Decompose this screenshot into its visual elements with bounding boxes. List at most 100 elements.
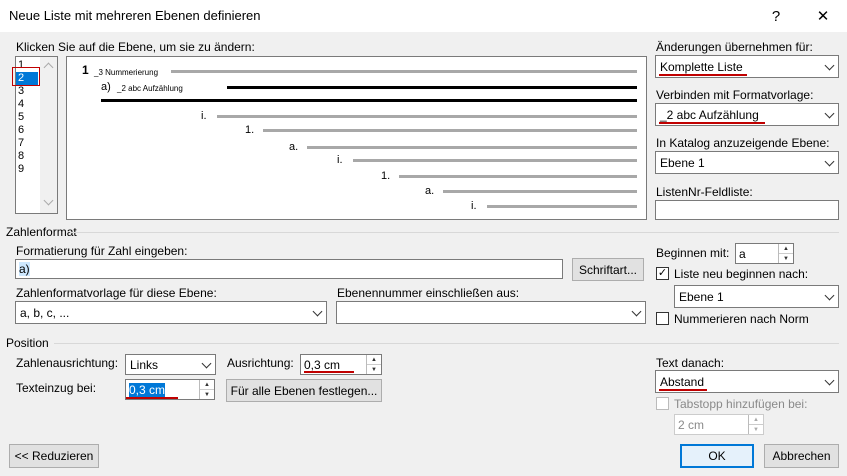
scroll-up-icon[interactable] bbox=[43, 61, 54, 73]
chevron-down-icon[interactable] bbox=[820, 286, 838, 307]
follow-number-label: Text danach: bbox=[656, 356, 725, 370]
list-preview: 1 _3 Nummerierung a) _2 abc Aufzählung i… bbox=[66, 56, 647, 220]
preview-line-active bbox=[101, 99, 637, 102]
preview-line bbox=[171, 70, 637, 73]
indent-label: Texteinzug bei: bbox=[16, 381, 97, 395]
spin-down-icon[interactable]: ▼ bbox=[779, 253, 793, 263]
gallery-level-value: Ebene 1 bbox=[660, 155, 705, 170]
preview-item-number: a. bbox=[289, 141, 299, 153]
preview-level1-number: 1 bbox=[82, 63, 89, 77]
preview-line bbox=[443, 190, 637, 193]
tabstop-spinner[interactable]: 2 cm ▲ ▼ bbox=[674, 414, 764, 435]
annotation-underline bbox=[126, 397, 178, 399]
ok-button[interactable]: OK bbox=[680, 444, 754, 468]
level-item[interactable]: 6 bbox=[16, 124, 38, 137]
preview-line bbox=[217, 115, 637, 118]
format-label: Formatierung für Zahl eingeben: bbox=[16, 244, 188, 258]
font-button[interactable]: Schriftart... bbox=[572, 258, 644, 281]
reduce-button[interactable]: << Reduzieren bbox=[9, 444, 99, 468]
preview-item-number: 1. bbox=[245, 124, 255, 136]
preview-item-number: a. bbox=[425, 185, 435, 197]
chevron-down-icon[interactable] bbox=[820, 56, 838, 77]
spin-down-icon[interactable]: ▼ bbox=[367, 364, 381, 374]
restart-checkbox[interactable]: ✓ bbox=[656, 267, 669, 280]
link-style-value: _2 abc Aufzählung bbox=[660, 107, 759, 122]
preview-line bbox=[307, 146, 637, 149]
level-item[interactable]: 5 bbox=[16, 111, 38, 124]
annotation-underline bbox=[304, 371, 354, 373]
spin-down-icon[interactable]: ▼ bbox=[200, 389, 214, 399]
set-all-levels-button[interactable]: Für alle Ebenen festlegen... bbox=[226, 379, 382, 402]
restart-label: Liste neu beginnen nach: bbox=[674, 267, 809, 281]
link-style-label: Verbinden mit Formatvorlage: bbox=[656, 88, 814, 102]
preview-level2-number: a) bbox=[101, 81, 111, 93]
include-level-label: Ebenennummer einschließen aus: bbox=[337, 286, 520, 300]
preview-item-number: i. bbox=[201, 110, 207, 122]
aligned-at-label: Ausrichtung: bbox=[227, 356, 294, 370]
preview-item-number: i. bbox=[471, 200, 477, 212]
alignment-value: Links bbox=[130, 357, 159, 372]
cancel-button[interactable]: Abbrechen bbox=[764, 444, 839, 468]
number-style-value: a, b, c, ... bbox=[20, 305, 70, 320]
level-item[interactable]: 3 bbox=[16, 85, 38, 98]
listnum-label: ListenNr-Feldliste: bbox=[656, 185, 753, 199]
preview-line bbox=[353, 159, 637, 162]
spin-down-icon[interactable]: ▼ bbox=[749, 424, 763, 434]
close-button[interactable]: ✕ bbox=[800, 0, 846, 32]
start-at-spinner[interactable]: a ▲ ▼ bbox=[735, 243, 794, 264]
restart-after-value: Ebene 1 bbox=[679, 289, 724, 304]
level-item[interactable]: 9 bbox=[16, 163, 38, 176]
gallery-level-select[interactable]: Ebene 1 bbox=[655, 151, 839, 174]
chevron-down-icon[interactable] bbox=[627, 302, 645, 323]
chevron-down-icon[interactable] bbox=[820, 152, 838, 173]
chevron-down-icon[interactable] bbox=[197, 355, 215, 374]
level-picker-label: Klicken Sie auf die Ebene, um sie zu änd… bbox=[16, 40, 255, 54]
spin-up-icon[interactable]: ▲ bbox=[367, 355, 381, 364]
listnum-input[interactable] bbox=[655, 200, 839, 220]
spin-up-icon[interactable]: ▲ bbox=[779, 244, 793, 253]
level-item[interactable]: 4 bbox=[16, 98, 38, 111]
preview-line bbox=[487, 205, 637, 208]
preview-item-number: 1. bbox=[381, 170, 391, 182]
include-level-select[interactable] bbox=[336, 301, 646, 324]
chevron-down-icon[interactable] bbox=[308, 302, 326, 323]
preview-level1-style: _3 Nummerierung bbox=[94, 68, 159, 77]
alignment-label: Zahlenausrichtung: bbox=[16, 356, 119, 370]
legal-numbering-checkbox[interactable] bbox=[656, 312, 669, 325]
level-list-scrollbar[interactable] bbox=[40, 57, 57, 213]
alignment-select[interactable]: Links bbox=[125, 354, 216, 375]
level-item[interactable]: 8 bbox=[16, 150, 38, 163]
format-value: a) bbox=[19, 262, 30, 276]
start-at-value: a bbox=[739, 246, 746, 261]
indent-value: 0,3 cm bbox=[129, 382, 166, 397]
chevron-down-icon[interactable] bbox=[820, 371, 838, 392]
restart-after-select[interactable]: Ebene 1 bbox=[674, 285, 839, 308]
preview-item-number: i. bbox=[337, 154, 343, 166]
tabstop-value: 2 cm bbox=[678, 417, 705, 432]
preview-line-active bbox=[227, 86, 637, 89]
position-group-label: Position bbox=[6, 336, 49, 350]
tabstop-checkbox[interactable] bbox=[656, 397, 669, 410]
help-button[interactable]: ? bbox=[753, 0, 799, 32]
format-input[interactable]: a) bbox=[15, 259, 563, 279]
level-item[interactable]: 7 bbox=[16, 137, 38, 150]
spin-up-icon[interactable]: ▲ bbox=[749, 415, 763, 424]
spin-up-icon[interactable]: ▲ bbox=[200, 380, 214, 389]
annotation-underline bbox=[659, 389, 707, 391]
preview-line bbox=[263, 129, 637, 132]
annotation-underline bbox=[659, 122, 765, 124]
apply-to-value: Komplette Liste bbox=[660, 59, 743, 74]
preview-level2-style: _2 abc Aufzählung bbox=[117, 84, 183, 93]
number-format-group-label: Zahlenformat bbox=[6, 225, 77, 239]
start-at-label: Beginnen mit: bbox=[656, 246, 730, 260]
group-separator bbox=[54, 343, 839, 344]
group-separator bbox=[70, 232, 839, 233]
number-style-select[interactable]: a, b, c, ... bbox=[15, 301, 327, 324]
legal-numbering-label: Nummerieren nach Norm bbox=[674, 312, 809, 326]
tabstop-label: Tabstopp hinzufügen bei: bbox=[674, 397, 808, 411]
apply-to-label: Änderungen übernehmen für: bbox=[656, 40, 813, 54]
window-title: Neue Liste mit mehreren Ebenen definiere… bbox=[9, 8, 261, 23]
annotation-box bbox=[12, 67, 40, 86]
scroll-down-icon[interactable] bbox=[43, 195, 54, 206]
chevron-down-icon[interactable] bbox=[820, 104, 838, 125]
